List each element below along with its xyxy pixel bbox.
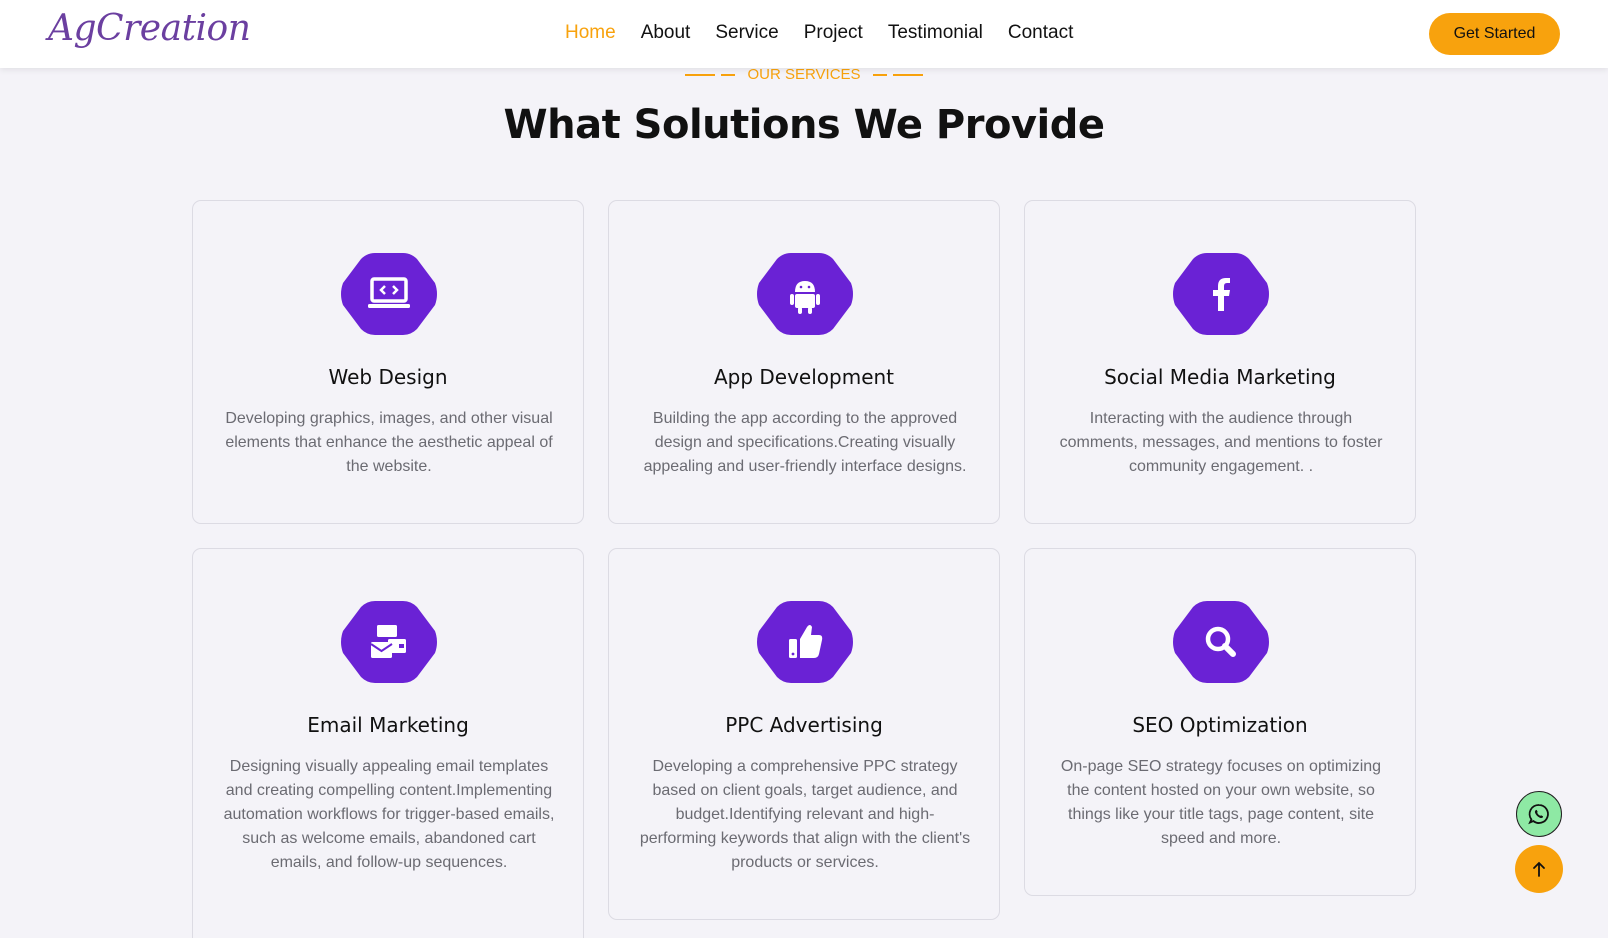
service-card-seo-optimization: SEO Optimization On-page SEO strategy fo… xyxy=(1024,548,1416,896)
section-title: What Solutions We Provide xyxy=(503,102,1105,148)
section-eyebrow-text: OUR SERVICES xyxy=(747,66,861,83)
service-card-email-marketing: Email Marketing Designing visually appea… xyxy=(192,548,584,938)
thumbs-up-icon xyxy=(757,601,853,683)
service-description: Designing visually appealing email templ… xyxy=(223,758,555,871)
whatsapp-button[interactable] xyxy=(1516,791,1562,837)
arrow-up-icon xyxy=(1533,861,1545,877)
mail-bulk-icon xyxy=(341,601,437,683)
service-card-web-design: Web Design Developing graphics, images, … xyxy=(192,200,584,524)
section-eyebrow: OUR SERVICES xyxy=(0,66,1608,83)
nav-link-project[interactable]: Project xyxy=(804,22,863,44)
service-card-social-media-marketing: Social Media Marketing Interacting with … xyxy=(1024,200,1416,524)
service-title: Email Marketing xyxy=(307,713,469,737)
service-description: Developing graphics, images, and other v… xyxy=(225,410,553,475)
nav-link-testimonial[interactable]: Testimonial xyxy=(888,22,983,44)
service-description: On-page SEO strategy focuses on optimizi… xyxy=(1060,758,1382,847)
service-card-app-development: App Development Building the app accordi… xyxy=(608,200,1000,524)
facebook-icon xyxy=(1173,253,1269,335)
nav-link-about[interactable]: About xyxy=(641,22,691,44)
service-title: PPC Advertising xyxy=(725,713,883,737)
service-title: App Development xyxy=(713,365,895,389)
service-description: Building the app according to the approv… xyxy=(643,410,967,475)
laptop-code-icon xyxy=(341,253,437,335)
nav-link-service[interactable]: Service xyxy=(715,22,778,44)
get-started-button[interactable]: Get Started xyxy=(1429,13,1560,55)
android-icon xyxy=(757,253,853,335)
service-title: Social Media Marketing xyxy=(1104,365,1336,389)
navbar: AgCreation Home About Service Project Te… xyxy=(0,0,1608,68)
back-to-top-button[interactable] xyxy=(1515,845,1563,893)
service-title: SEO Optimization xyxy=(1132,713,1308,737)
service-title: Web Design xyxy=(328,365,448,389)
nav-link-home[interactable]: Home xyxy=(565,22,616,44)
service-card-ppc-advertising: PPC Advertising Developing a comprehensi… xyxy=(608,548,1000,920)
service-description: Interacting with the audience through co… xyxy=(1059,410,1383,475)
service-description: Developing a comprehensive PPC strategy … xyxy=(639,758,971,871)
nav-link-contact[interactable]: Contact xyxy=(1008,22,1073,44)
brand-logo[interactable]: AgCreation xyxy=(48,8,251,49)
search-icon xyxy=(1173,601,1269,683)
whatsapp-icon xyxy=(1528,804,1549,825)
main-nav: Home About Service Project Testimonial C… xyxy=(565,22,1098,44)
